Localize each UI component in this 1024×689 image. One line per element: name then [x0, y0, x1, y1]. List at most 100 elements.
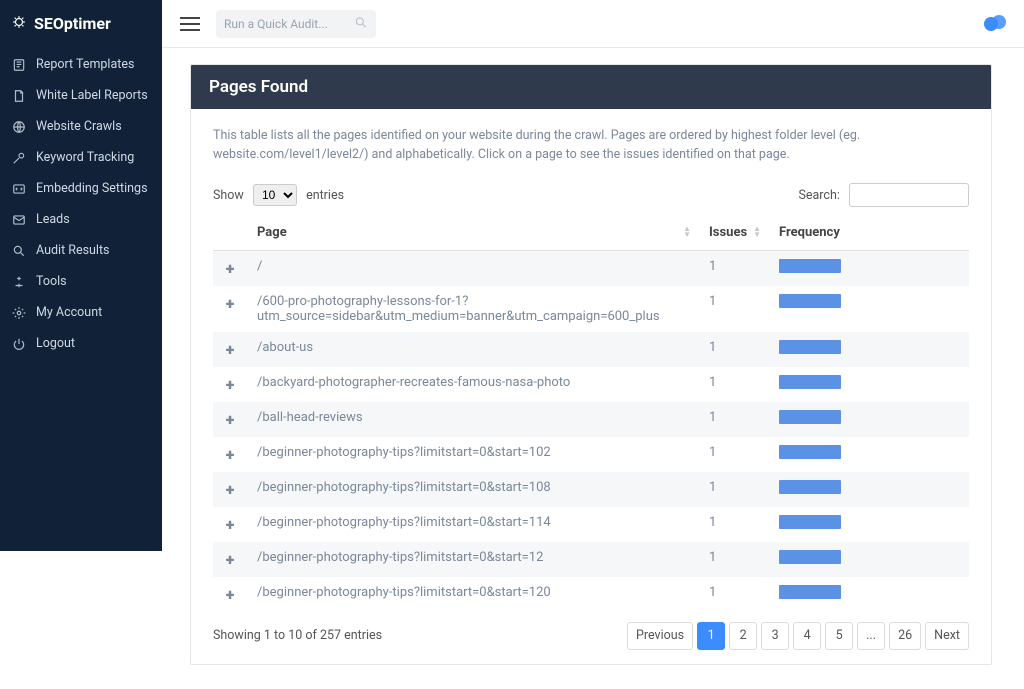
- sidebar-item-label: White Label Reports: [36, 88, 148, 103]
- pagination: Previous12345...26Next: [627, 622, 969, 650]
- col-expand: [213, 215, 247, 251]
- table-row[interactable]: +/backyard-photographer-recreates-famous…: [213, 367, 969, 402]
- mail-icon: [12, 213, 26, 227]
- table-row[interactable]: +/beginner-photography-tips?limitstart=0…: [213, 472, 969, 507]
- cell-frequency: [769, 402, 969, 437]
- entries-selector: Show 10 entries: [213, 184, 344, 206]
- expand-icon[interactable]: +: [213, 542, 247, 577]
- table-row[interactable]: +/beginner-photography-tips?limitstart=0…: [213, 542, 969, 577]
- table-row[interactable]: +/ball-head-reviews1: [213, 402, 969, 437]
- pager-page[interactable]: 4: [793, 622, 821, 650]
- table-info: Showing 1 to 10 of 257 entries: [213, 628, 382, 643]
- panel-title: Pages Found: [191, 65, 991, 109]
- expand-icon[interactable]: +: [213, 577, 247, 612]
- sidebar-item[interactable]: Keyword Tracking: [0, 142, 162, 173]
- topbar: Run a Quick Audit...: [162, 0, 1024, 48]
- cell-frequency: [769, 332, 969, 367]
- sidebar-item[interactable]: Audit Results: [0, 235, 162, 266]
- pager-page[interactable]: 26: [889, 622, 921, 650]
- sidebar-item[interactable]: My Account: [0, 297, 162, 328]
- entries-label: entries: [306, 188, 344, 203]
- quick-audit-placeholder: Run a Quick Audit...: [224, 17, 328, 31]
- sidebar-item-label: Keyword Tracking: [36, 150, 134, 165]
- table-row[interactable]: +/1: [213, 250, 969, 286]
- sidebar-nav: Report Templates White Label Reports Websi…: [0, 49, 162, 359]
- col-page-label: Page: [257, 225, 287, 240]
- sidebar-item-label: Audit Results: [36, 243, 110, 258]
- pager-page[interactable]: 2: [729, 622, 757, 650]
- cell-page: /: [247, 250, 699, 286]
- pager-page[interactable]: 3: [761, 622, 789, 650]
- cell-page: /ball-head-reviews: [247, 402, 699, 437]
- cell-frequency: [769, 577, 969, 612]
- show-label: Show: [213, 188, 244, 203]
- expand-icon[interactable]: +: [213, 437, 247, 472]
- cell-issues: 1: [699, 472, 769, 507]
- col-frequency-label: Frequency: [779, 225, 840, 240]
- cell-page: /600-pro-photography-lessons-for-1?utm_s…: [247, 286, 699, 332]
- sidebar-item[interactable]: Report Templates: [0, 49, 162, 80]
- frequency-bar: [779, 294, 841, 308]
- expand-icon[interactable]: +: [213, 402, 247, 437]
- search-label: Search:: [798, 188, 839, 203]
- cell-page: /beginner-photography-tips?limitstart=0&…: [247, 437, 699, 472]
- users-icon[interactable]: [984, 15, 1006, 33]
- col-issues-label: Issues: [709, 225, 747, 240]
- sidebar-item[interactable]: Embedding Settings: [0, 173, 162, 204]
- expand-icon[interactable]: +: [213, 367, 247, 402]
- cell-page: /about-us: [247, 332, 699, 367]
- frequency-bar: [779, 445, 841, 459]
- cell-issues: 1: [699, 542, 769, 577]
- col-page[interactable]: Page ▲▼: [247, 215, 699, 251]
- search-input[interactable]: [849, 183, 969, 207]
- quick-audit-input[interactable]: Run a Quick Audit...: [216, 10, 376, 38]
- pager-next[interactable]: Next: [925, 622, 969, 650]
- cell-page: /beginner-photography-tips?limitstart=0&…: [247, 577, 699, 612]
- pager-page[interactable]: 1: [697, 622, 725, 650]
- table-row[interactable]: +/beginner-photography-tips?limitstart=0…: [213, 437, 969, 472]
- pager-prev[interactable]: Previous: [627, 622, 693, 650]
- pager-ellipsis[interactable]: ...: [857, 622, 885, 650]
- cell-frequency: [769, 542, 969, 577]
- menu-toggle-icon[interactable]: [180, 17, 200, 31]
- cell-issues: 1: [699, 507, 769, 542]
- sidebar-item-label: Website Crawls: [36, 119, 122, 134]
- cell-issues: 1: [699, 437, 769, 472]
- cell-page: /backyard-photographer-recreates-famous-…: [247, 367, 699, 402]
- search-icon: [12, 244, 26, 258]
- cell-frequency: [769, 367, 969, 402]
- expand-icon[interactable]: +: [213, 472, 247, 507]
- cell-frequency: [769, 472, 969, 507]
- logout-icon: [12, 337, 26, 351]
- sidebar-item[interactable]: Website Crawls: [0, 111, 162, 142]
- expand-icon[interactable]: +: [213, 250, 247, 286]
- sort-icon: ▲▼: [753, 226, 761, 238]
- expand-icon[interactable]: +: [213, 332, 247, 367]
- table-row[interactable]: +/about-us1: [213, 332, 969, 367]
- sidebar-item[interactable]: Tools: [0, 266, 162, 297]
- pager-page[interactable]: 5: [825, 622, 853, 650]
- col-frequency[interactable]: Frequency: [769, 215, 969, 251]
- cell-issues: 1: [699, 250, 769, 286]
- sidebar-item[interactable]: White Label Reports: [0, 80, 162, 111]
- template-icon: [12, 58, 26, 72]
- sidebar-item[interactable]: Logout: [0, 328, 162, 359]
- sidebar-item-label: Tools: [36, 274, 67, 289]
- sidebar-item-label: My Account: [36, 305, 102, 320]
- table-row[interactable]: +/600-pro-photography-lessons-for-1?utm_…: [213, 286, 969, 332]
- table-row[interactable]: +/beginner-photography-tips?limitstart=0…: [213, 507, 969, 542]
- col-issues[interactable]: Issues ▲▼: [699, 215, 769, 251]
- per-page-select[interactable]: 10: [253, 184, 297, 206]
- cell-issues: 1: [699, 577, 769, 612]
- frequency-bar: [779, 550, 841, 564]
- frequency-bar: [779, 515, 841, 529]
- sidebar-item[interactable]: Leads: [0, 204, 162, 235]
- sidebar-item-label: Report Templates: [36, 57, 134, 72]
- embed-icon: [12, 182, 26, 196]
- document-icon: [12, 89, 26, 103]
- tool-icon: [12, 275, 26, 289]
- sidebar-item-label: Embedding Settings: [36, 181, 148, 196]
- expand-icon[interactable]: +: [213, 507, 247, 542]
- table-row[interactable]: +/beginner-photography-tips?limitstart=0…: [213, 577, 969, 612]
- expand-icon[interactable]: +: [213, 286, 247, 332]
